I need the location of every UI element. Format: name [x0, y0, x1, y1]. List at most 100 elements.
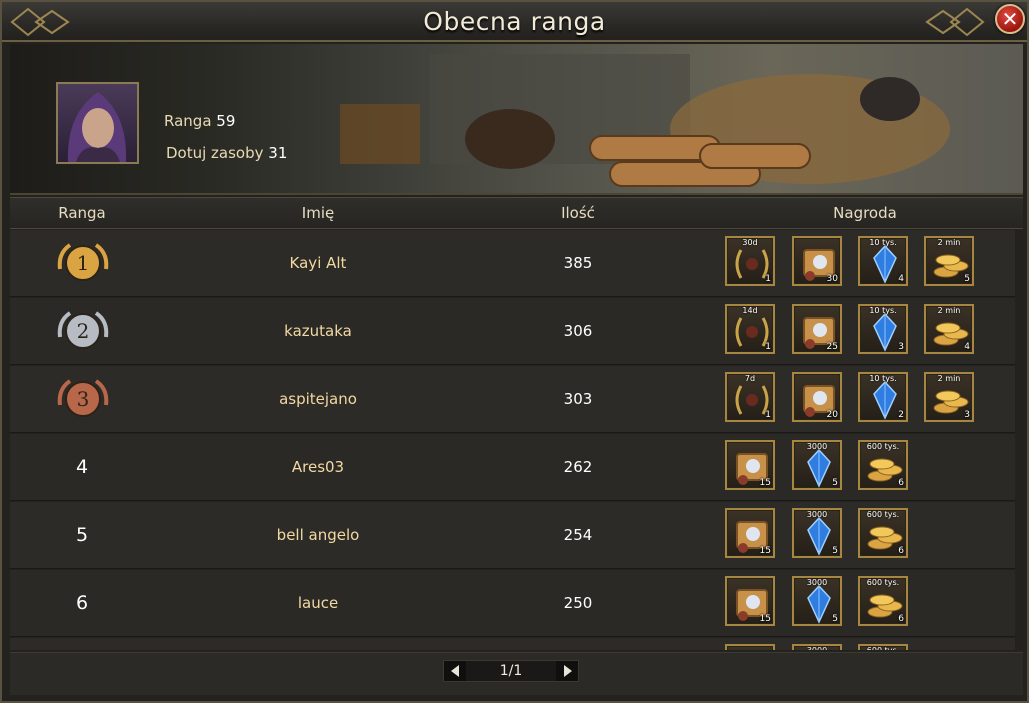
table-row[interactable]: 6 lauce 250 15 3000 5 600 tys. 6: [10, 570, 1015, 637]
table-row[interactable]: 1 Kayi Alt 385 30d 1 30 10 tys. 4 2 min 5: [10, 230, 1015, 297]
rank-number: 4: [75, 456, 89, 478]
header-amount: Ilość: [561, 204, 595, 222]
rank-banner: Ranga 59 Dotuj zasoby 31: [10, 44, 1023, 195]
reward-label: 3000: [806, 578, 828, 587]
reward-count: 4: [898, 274, 904, 284]
header-reward: Nagroda: [833, 204, 897, 222]
reward-count: 25: [826, 342, 838, 352]
reward-item[interactable]: 600 tys. 6: [858, 508, 908, 558]
player-name: aspitejano: [279, 390, 357, 408]
reward-item[interactable]: 10 tys. 2: [858, 372, 908, 422]
table-row[interactable]: 5 bell angelo 254 15 3000 5 600 tys. 6: [10, 502, 1015, 569]
title-bar[interactable]: Obecna ranga ✕: [2, 2, 1027, 42]
reward-item[interactable]: 3000: [792, 644, 842, 650]
reward-label: 600 tys.: [866, 442, 900, 451]
reward-count: 3: [898, 342, 904, 352]
reward-item[interactable]: 15: [725, 576, 775, 626]
reward-item[interactable]: 600 tys. 6: [858, 576, 908, 626]
reward-item[interactable]: 14d 1: [725, 304, 775, 354]
reward-count: 3: [964, 410, 970, 420]
reward-item[interactable]: 30d 1: [725, 236, 775, 286]
player-donate-value: 31: [268, 144, 288, 162]
reward-label: 10 tys.: [869, 374, 897, 383]
window-title: Obecna ranga: [423, 7, 606, 36]
player-donate-label: Dotuj zasoby: [166, 144, 264, 162]
table-row[interactable]: 3000 600 tys.: [10, 638, 1015, 650]
player-name: Kayi Alt: [289, 254, 347, 272]
reward-item[interactable]: 20: [792, 372, 842, 422]
reward-label: 10 tys.: [869, 306, 897, 315]
ranking-list[interactable]: 1 Kayi Alt 385 30d 1 30 10 tys. 4 2 min 5 2 kazutak…: [10, 230, 1015, 650]
table-row[interactable]: 3 aspitejano 303 7d 1 20 10 tys. 2 2 min 3: [10, 366, 1015, 433]
close-button[interactable]: ✕: [995, 4, 1025, 34]
footer: 1/1: [10, 652, 1023, 695]
reward-count: 6: [898, 546, 904, 556]
reward-count: 1: [765, 342, 771, 352]
reward-item[interactable]: 15: [725, 440, 775, 490]
reward-label: 3000: [806, 442, 828, 451]
reward-count: 1: [765, 410, 771, 420]
reward-count: 5: [832, 478, 838, 488]
prev-page-button[interactable]: [444, 661, 466, 681]
reward-item[interactable]: 600 tys. 6: [858, 440, 908, 490]
reward-item[interactable]: 600 tys.: [858, 644, 908, 650]
bronze-medal-icon: 3: [52, 375, 114, 425]
player-name: bell angelo: [276, 526, 360, 544]
reward-item[interactable]: 25: [792, 304, 842, 354]
amount-value: 254: [563, 526, 593, 544]
reward-item[interactable]: 2 min 5: [924, 236, 974, 286]
banner-scene-icon: [340, 54, 950, 187]
reward-count: 6: [898, 478, 904, 488]
reward-item[interactable]: 10 tys. 3: [858, 304, 908, 354]
table-row[interactable]: 2 kazutaka 306 14d 1 25 10 tys. 3 2 min 4: [10, 298, 1015, 365]
amount-value: [530, 638, 626, 650]
gold-medal-icon: 1: [52, 239, 114, 289]
pagination: 1/1: [443, 660, 579, 682]
reward-count: 4: [964, 342, 970, 352]
ranking-window: Obecna ranga ✕ Ranga 59 Dotuj zasoby 31 …: [0, 0, 1029, 703]
reward-item[interactable]: 3000 5: [792, 576, 842, 626]
reward-count: 1: [765, 274, 771, 284]
medal-number: 3: [77, 387, 90, 411]
amount-value: 385: [563, 254, 593, 272]
close-icon: ✕: [1001, 7, 1019, 31]
player-rank-value: 59: [216, 112, 236, 130]
player-rank-label: Ranga: [164, 112, 212, 130]
rank-number: 6: [75, 592, 89, 614]
amount-value: 306: [563, 322, 593, 340]
amount-value: 303: [563, 390, 593, 408]
reward-item[interactable]: 3000 5: [792, 508, 842, 558]
reward-item[interactable]: 10 tys. 4: [858, 236, 908, 286]
reward-count: 15: [759, 546, 771, 556]
next-page-button[interactable]: [556, 661, 578, 681]
table-header: Ranga Imię Ilość Nagroda: [10, 197, 1023, 229]
reward-item[interactable]: 15: [725, 508, 775, 558]
reward-label: 2 min: [937, 238, 961, 247]
reward-item[interactable]: 7d 1: [725, 372, 775, 422]
player-name: [180, 638, 456, 650]
table-row[interactable]: 4 Ares03 262 15 3000 5 600 tys. 6: [10, 434, 1015, 501]
medal-number: 2: [77, 319, 90, 343]
reward-item[interactable]: 30: [792, 236, 842, 286]
reward-item[interactable]: 2 min 4: [924, 304, 974, 354]
reward-item[interactable]: 3000 5: [792, 440, 842, 490]
reward-count: 15: [759, 614, 771, 624]
reward-label: 600 tys.: [860, 646, 906, 650]
silver-medal-icon: 2: [52, 307, 114, 357]
amount-value: 262: [563, 458, 593, 476]
amount-value: 250: [563, 594, 593, 612]
header-rank: Ranga: [58, 204, 106, 222]
rank-number: 5: [75, 524, 89, 546]
header-name: Imię: [301, 204, 335, 222]
player-name: Ares03: [291, 458, 345, 476]
reward-item[interactable]: [725, 644, 775, 650]
player-donations: Dotuj zasoby 31: [166, 144, 287, 162]
reward-label: 7d: [744, 374, 756, 383]
player-name: kazutaka: [284, 322, 352, 340]
reward-label: 600 tys.: [866, 578, 900, 587]
reward-count: 5: [964, 274, 970, 284]
reward-item[interactable]: 2 min 3: [924, 372, 974, 422]
reward-count: 6: [898, 614, 904, 624]
player-name: lauce: [297, 594, 339, 612]
reward-label: 14d: [742, 306, 758, 315]
